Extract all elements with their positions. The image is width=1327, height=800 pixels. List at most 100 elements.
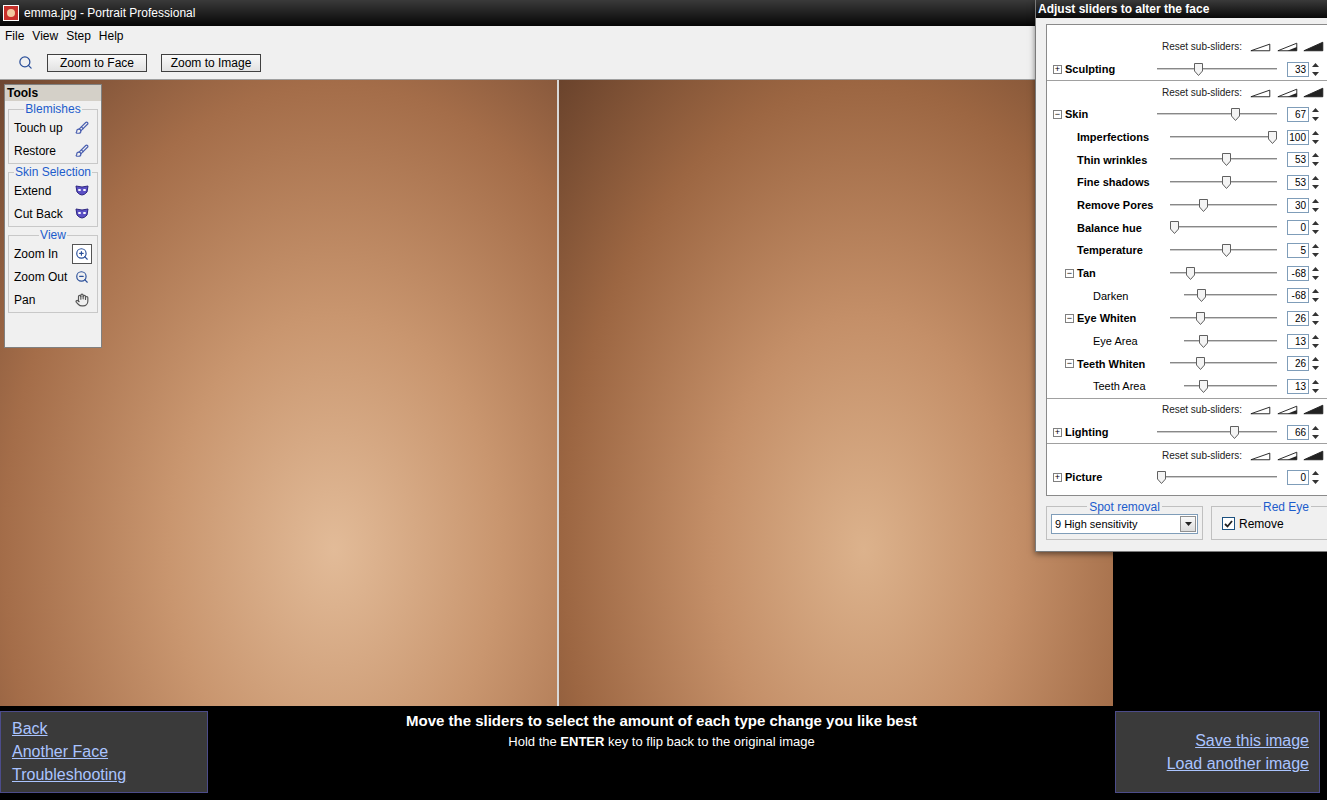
spin-down-icon[interactable]: [1311, 388, 1320, 394]
spin-down-icon[interactable]: [1311, 297, 1320, 303]
expander-button[interactable]: −: [1053, 110, 1062, 119]
slider-thumb[interactable]: [1231, 108, 1240, 121]
reset-mid-icon[interactable]: [1276, 87, 1299, 98]
spin-down-icon[interactable]: [1311, 161, 1320, 167]
spin-up-icon[interactable]: [1311, 379, 1320, 385]
slider-track[interactable]: [1184, 289, 1277, 302]
photo-edited[interactable]: [559, 80, 1113, 706]
tool-item[interactable]: Restore: [10, 139, 96, 162]
slider-track[interactable]: [1170, 153, 1277, 166]
spin-down-icon[interactable]: [1311, 320, 1320, 326]
spinner[interactable]: [1311, 130, 1323, 145]
slider-thumb[interactable]: [1199, 199, 1208, 212]
value-field[interactable]: 53: [1287, 152, 1309, 167]
spin-down-icon[interactable]: [1311, 71, 1320, 77]
value-field[interactable]: 100: [1287, 130, 1309, 145]
spin-up-icon[interactable]: [1311, 62, 1320, 68]
reset-high-icon[interactable]: [1302, 41, 1325, 52]
spin-up-icon[interactable]: [1311, 334, 1320, 340]
zoom-icon[interactable]: [18, 55, 33, 70]
value-field[interactable]: 13: [1287, 334, 1309, 349]
spin-up-icon[interactable]: [1311, 107, 1320, 113]
nav-link[interactable]: Save this image: [1195, 731, 1309, 751]
slider-track[interactable]: [1157, 426, 1277, 439]
spin-down-icon[interactable]: [1311, 207, 1320, 213]
spin-up-icon[interactable]: [1311, 356, 1320, 362]
slider-thumb[interactable]: [1199, 380, 1208, 393]
expander-button[interactable]: −: [1065, 359, 1074, 368]
spinner[interactable]: [1311, 62, 1323, 77]
reset-low-icon[interactable]: [1249, 404, 1272, 415]
expander-button[interactable]: +: [1053, 428, 1062, 437]
slider-track[interactable]: [1170, 176, 1277, 189]
spin-up-icon[interactable]: [1311, 288, 1320, 294]
spin-down-icon[interactable]: [1311, 365, 1320, 371]
spin-up-icon[interactable]: [1311, 175, 1320, 181]
spinner[interactable]: [1311, 311, 1323, 326]
spinner[interactable]: [1311, 243, 1323, 258]
value-field[interactable]: 26: [1287, 356, 1309, 371]
value-field[interactable]: 33: [1287, 62, 1309, 77]
reset-mid-icon[interactable]: [1276, 41, 1299, 52]
expander-button[interactable]: +: [1053, 473, 1062, 482]
value-field[interactable]: 66: [1287, 425, 1309, 440]
tool-item[interactable]: Zoom In: [10, 242, 96, 265]
slider-thumb[interactable]: [1222, 153, 1231, 166]
value-field[interactable]: 53: [1287, 175, 1309, 190]
slider-thumb[interactable]: [1222, 244, 1231, 257]
value-field[interactable]: 13: [1287, 379, 1309, 394]
spin-up-icon[interactable]: [1311, 470, 1320, 476]
spinner[interactable]: [1311, 288, 1323, 303]
slider-track[interactable]: [1157, 63, 1277, 76]
toolbar-button[interactable]: Zoom to Image: [161, 54, 261, 72]
reset-high-icon[interactable]: [1302, 450, 1325, 461]
value-field[interactable]: -68: [1287, 266, 1309, 281]
nav-link[interactable]: Troubleshooting: [12, 765, 207, 785]
slider-track[interactable]: [1170, 244, 1277, 257]
spin-up-icon[interactable]: [1311, 266, 1320, 272]
spinner[interactable]: [1311, 379, 1323, 394]
spinner[interactable]: [1311, 175, 1323, 190]
slider-thumb[interactable]: [1196, 357, 1205, 370]
value-field[interactable]: 5: [1287, 243, 1309, 258]
spin-down-icon[interactable]: [1311, 184, 1320, 190]
nav-link[interactable]: Back: [12, 719, 207, 739]
menu-item[interactable]: Step: [62, 27, 95, 45]
slider-thumb[interactable]: [1196, 312, 1205, 325]
value-field[interactable]: 26: [1287, 311, 1309, 326]
tool-item[interactable]: Zoom Out: [10, 265, 96, 288]
menu-item[interactable]: View: [28, 27, 62, 45]
value-field[interactable]: -68: [1287, 288, 1309, 303]
spin-down-icon[interactable]: [1311, 252, 1320, 258]
menu-item[interactable]: Help: [95, 27, 128, 45]
slider-thumb[interactable]: [1186, 267, 1195, 280]
tool-item[interactable]: Touch up: [10, 116, 96, 139]
slider-track[interactable]: [1170, 221, 1277, 234]
slider-track[interactable]: [1170, 131, 1277, 144]
value-field[interactable]: 67: [1287, 107, 1309, 122]
slider-track[interactable]: [1184, 335, 1277, 348]
tool-item[interactable]: Pan: [10, 288, 96, 311]
expander-button[interactable]: −: [1065, 269, 1074, 278]
slider-thumb[interactable]: [1222, 176, 1231, 189]
spinner[interactable]: [1311, 266, 1323, 281]
slider-track[interactable]: [1170, 267, 1277, 280]
slider-track[interactable]: [1184, 380, 1277, 393]
slider-track[interactable]: [1170, 199, 1277, 212]
slider-thumb[interactable]: [1157, 471, 1166, 484]
slider-track[interactable]: [1157, 108, 1277, 121]
spinner[interactable]: [1311, 356, 1323, 371]
spin-up-icon[interactable]: [1311, 198, 1320, 204]
spin-up-icon[interactable]: [1311, 425, 1320, 431]
reset-mid-icon[interactable]: [1276, 404, 1299, 415]
reset-low-icon[interactable]: [1249, 450, 1272, 461]
slider-track[interactable]: [1170, 357, 1277, 370]
reset-mid-icon[interactable]: [1276, 450, 1299, 461]
expander-button[interactable]: −: [1065, 314, 1074, 323]
spin-up-icon[interactable]: [1311, 152, 1320, 158]
tool-item[interactable]: Extend: [10, 179, 96, 202]
expander-button[interactable]: +: [1053, 65, 1062, 74]
nav-link[interactable]: Load another image: [1167, 754, 1309, 774]
nav-link[interactable]: Another Face: [12, 742, 207, 762]
slider-thumb[interactable]: [1268, 131, 1277, 144]
